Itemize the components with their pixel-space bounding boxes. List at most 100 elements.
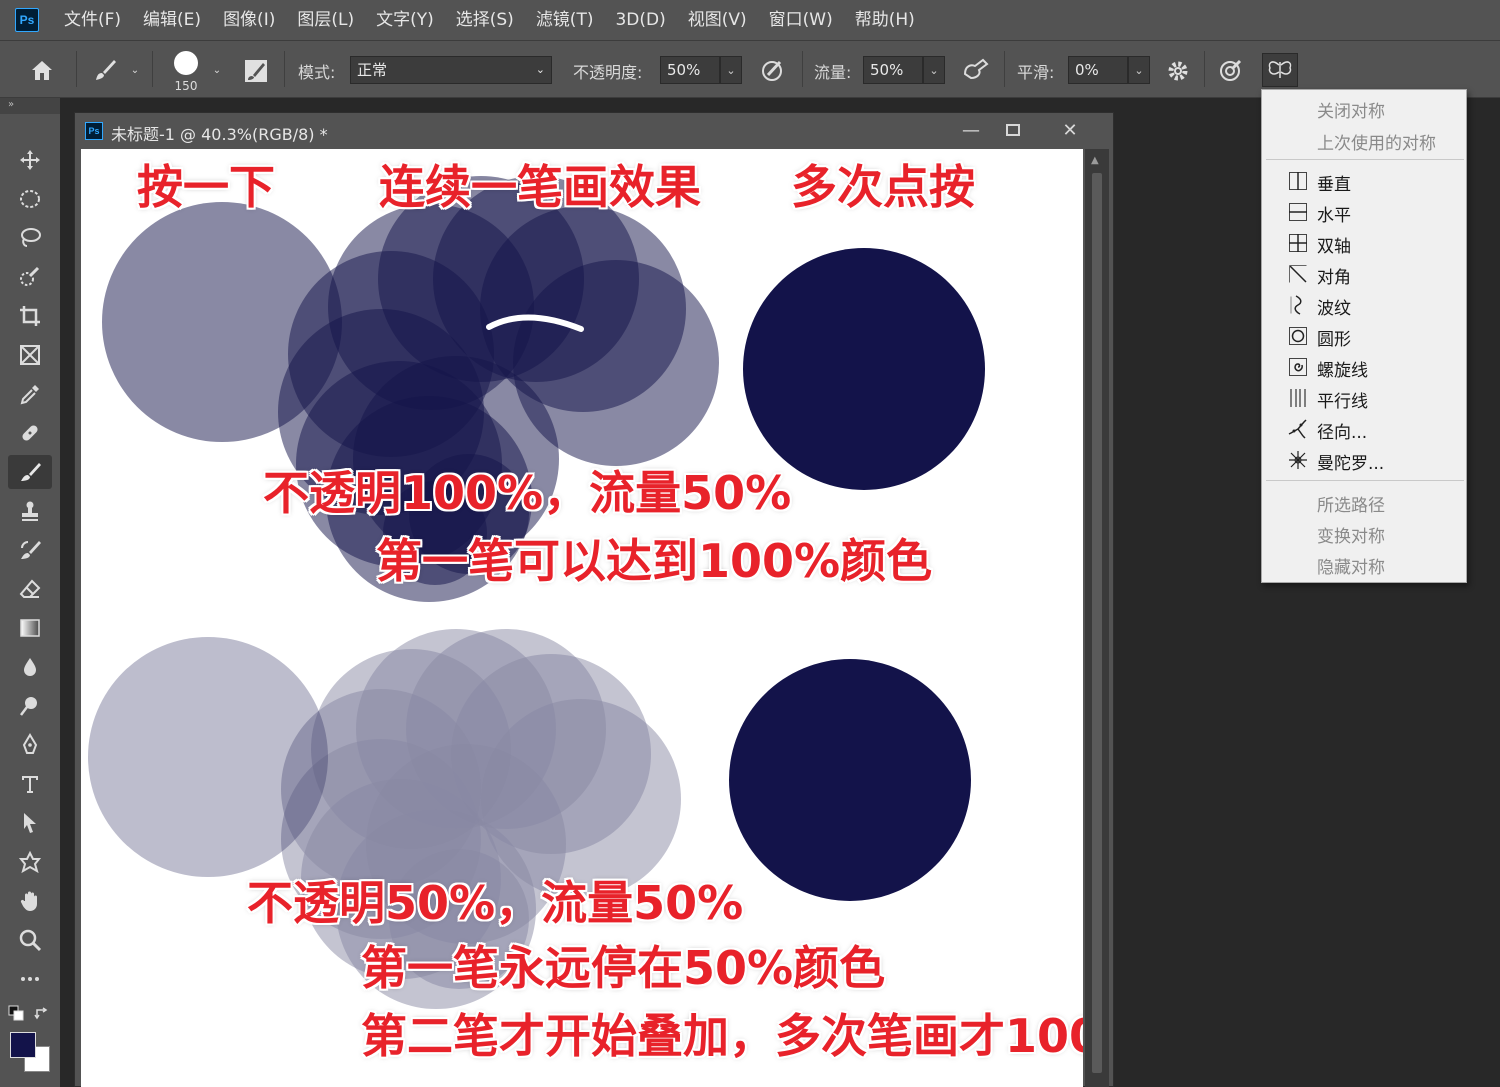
default-colors-icon[interactable]: [8, 1005, 24, 1021]
foreground-color-swatch[interactable]: [10, 1032, 36, 1058]
label-multi-click: 多次点按: [791, 160, 975, 214]
vertical-scrollbar[interactable]: ▲: [1085, 149, 1109, 1087]
gear-icon[interactable]: [1164, 57, 1192, 85]
symmetry-off-item[interactable]: 关闭对称: [1262, 93, 1466, 123]
more-tools-icon[interactable]: [8, 962, 52, 996]
hand-tool-icon[interactable]: [8, 884, 52, 918]
opacity-dropdown[interactable]: ⌄: [720, 56, 742, 84]
blur-tool-icon[interactable]: [8, 650, 52, 684]
pressure-size-icon[interactable]: [1216, 55, 1246, 85]
menu-image[interactable]: 图像(I): [212, 0, 286, 40]
move-tool-icon[interactable]: [8, 143, 52, 177]
photoshop-logo: Ps: [15, 8, 39, 32]
eraser-tool-icon[interactable]: [8, 572, 52, 606]
mode-label: 模式:: [298, 63, 336, 82]
crop-tool-icon[interactable]: [8, 299, 52, 333]
symmetry-wavy-item[interactable]: 波纹: [1262, 290, 1466, 320]
path-selection-tool-icon[interactable]: [8, 806, 52, 840]
frame-tool-icon[interactable]: [8, 338, 52, 372]
pressure-opacity-icon[interactable]: [758, 55, 788, 85]
smoothing-dropdown[interactable]: ⌄: [1128, 56, 1150, 84]
eyedropper-tool-icon[interactable]: [8, 377, 52, 411]
airbrush-icon[interactable]: [960, 55, 992, 85]
mode-value: 正常: [357, 61, 388, 79]
brush-tool-icon[interactable]: [8, 455, 52, 489]
radial-symmetry-icon: [1288, 419, 1307, 439]
brush-tool-preset-icon[interactable]: [90, 57, 120, 83]
butterfly-symmetry-icon[interactable]: [1262, 53, 1298, 87]
separator: [1204, 51, 1205, 87]
home-icon[interactable]: [28, 57, 56, 83]
clone-stamp-tool-icon[interactable]: [8, 494, 52, 528]
separator: [284, 51, 285, 87]
chevron-down-icon: ⌄: [535, 63, 545, 76]
chevron-down-icon: ⌄: [929, 63, 939, 77]
minimize-button[interactable]: —: [951, 117, 991, 143]
menu-file[interactable]: 文件(F): [53, 0, 132, 40]
scroll-up-icon[interactable]: ▲: [1091, 155, 1099, 166]
menu-view[interactable]: 视图(V): [677, 0, 758, 40]
chevron-down-icon[interactable]: ⌄: [128, 63, 142, 77]
menu-help[interactable]: 帮助(H): [844, 0, 926, 40]
panel-collapse-icon[interactable]: »: [0, 98, 60, 114]
gradient-tool-icon[interactable]: [8, 611, 52, 645]
menu-window[interactable]: 窗口(W): [758, 0, 844, 40]
symmetry-transform-item[interactable]: 变换对称: [1262, 518, 1466, 548]
menu-type[interactable]: 文字(Y): [365, 0, 445, 40]
symmetry-circle-item[interactable]: 圆形: [1262, 321, 1466, 351]
pen-tool-icon[interactable]: [8, 728, 52, 762]
symmetry-selected-path-item[interactable]: 所选路径: [1262, 487, 1466, 517]
zoom-tool-icon[interactable]: [8, 923, 52, 957]
brush-size-value: 150: [174, 79, 198, 93]
label-continuous-stroke: 连续一笔画效果: [379, 160, 701, 214]
chevron-down-icon[interactable]: ⌄: [210, 63, 224, 77]
history-brush-tool-icon[interactable]: [8, 533, 52, 567]
mode-select[interactable]: 正常 ⌄: [350, 56, 552, 84]
symmetry-diagonal-item[interactable]: 对角: [1262, 259, 1466, 289]
canvas[interactable]: 按一下 连续一笔画效果 多次点按 不透明100%，流量50% 第一笔可以达到10…: [81, 149, 1083, 1087]
symmetry-hide-item[interactable]: 隐藏对称: [1262, 549, 1466, 579]
separator: [802, 51, 803, 87]
marquee-tool-icon[interactable]: [8, 182, 52, 216]
symmetry-radial-item[interactable]: 径向...: [1262, 414, 1466, 444]
menu-bar: Ps 文件(F) 编辑(E) 图像(I) 图层(L) 文字(Y) 选择(S) 滤…: [0, 0, 1500, 40]
note-opacity-50: 不透明50%，流量50%: [247, 876, 744, 930]
symmetry-dual-axis-item[interactable]: 双轴: [1262, 228, 1466, 258]
document-tab[interactable]: Ps 未标题-1 @ 40.3%(RGB/8) * — ✕: [75, 113, 1113, 147]
brush-settings-panel-icon[interactable]: [242, 57, 270, 85]
menu-3d[interactable]: 3D(D): [604, 0, 676, 40]
smoothing-input[interactable]: 0%: [1068, 56, 1128, 84]
menu-select[interactable]: 选择(S): [445, 0, 525, 40]
menu-layer[interactable]: 图层(L): [286, 0, 365, 40]
flow-dropdown[interactable]: ⌄: [923, 56, 945, 84]
scroll-thumb[interactable]: [1092, 173, 1102, 1073]
symmetry-spiral-item[interactable]: 螺旋线: [1262, 352, 1466, 382]
symmetry-horizontal-item[interactable]: 水平: [1262, 197, 1466, 227]
document-title: 未标题-1 @ 40.3%(RGB/8) *: [111, 125, 328, 144]
lasso-tool-icon[interactable]: [8, 221, 52, 255]
type-tool-icon[interactable]: [8, 767, 52, 801]
document-window: Ps 未标题-1 @ 40.3%(RGB/8) * — ✕ 按一下 连续一笔画效…: [74, 112, 1114, 1087]
healing-brush-tool-icon[interactable]: [8, 416, 52, 450]
menu-edit[interactable]: 编辑(E): [132, 0, 212, 40]
brush-preview-icon[interactable]: [172, 49, 200, 77]
menu-filter[interactable]: 滤镜(T): [525, 0, 605, 40]
maximize-button[interactable]: [993, 117, 1033, 143]
close-button[interactable]: ✕: [1050, 117, 1090, 143]
mandala-symmetry-icon: [1289, 451, 1307, 469]
symmetry-parallel-lines-item[interactable]: 平行线: [1262, 383, 1466, 413]
swap-colors-icon[interactable]: [34, 1005, 50, 1021]
opacity-input[interactable]: 50%: [660, 56, 720, 84]
symmetry-mandala-item[interactable]: 曼陀罗...: [1262, 445, 1466, 475]
document-ps-icon: Ps: [85, 122, 103, 140]
symmetry-last-used-item[interactable]: 上次使用的对称: [1262, 125, 1466, 155]
vertical-symmetry-icon: [1289, 172, 1307, 190]
shape-tool-icon[interactable]: [8, 845, 52, 879]
note-opacity-100: 不透明100%，流量50%: [263, 466, 792, 520]
flow-input[interactable]: 50%: [863, 56, 923, 84]
symmetry-vertical-item[interactable]: 垂直: [1262, 166, 1466, 196]
smoothing-label: 平滑:: [1017, 63, 1055, 82]
dodge-tool-icon[interactable]: [8, 689, 52, 723]
separator: [76, 51, 77, 87]
quick-selection-tool-icon[interactable]: [8, 260, 52, 294]
